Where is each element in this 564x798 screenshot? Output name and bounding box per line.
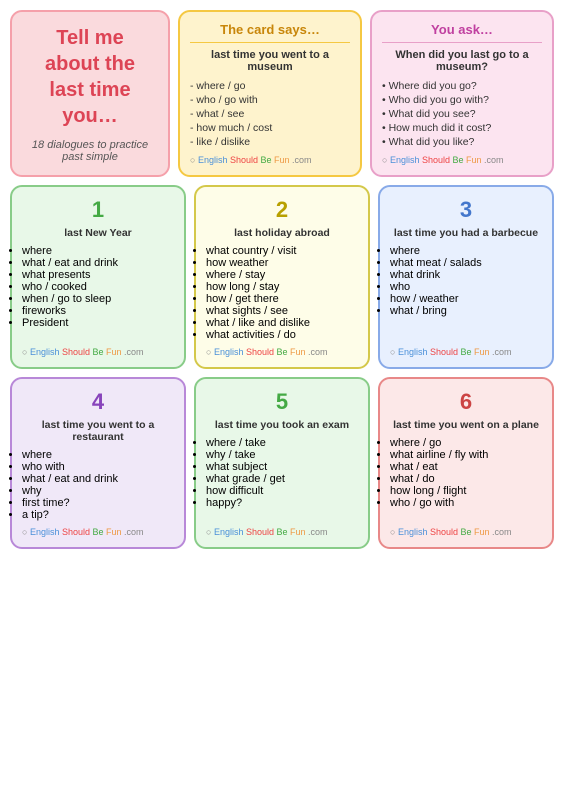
list-item: Who did you go with?: [382, 93, 542, 107]
bottom-row: 4 last time you went to a restaurant whe…: [10, 377, 554, 549]
list-item: who / go with: [390, 497, 542, 509]
list-item: why: [22, 485, 174, 497]
title-subtitle: 18 dialogues to practice past simple: [22, 139, 158, 163]
list-item: where: [22, 245, 174, 257]
you-ask-list: Where did you go?Who did you go with?Wha…: [382, 79, 542, 149]
list-item: how / weather: [390, 293, 542, 305]
card-3-list: wherewhat meat / saladswhat drinkwhohow …: [390, 245, 542, 317]
list-item: first time?: [22, 497, 174, 509]
list-item: like / dislike: [190, 135, 350, 149]
card-1-number: 1: [22, 197, 174, 223]
list-item: who / cooked: [22, 281, 174, 293]
list-item: Where did you go?: [382, 79, 542, 93]
list-item: what meat / salads: [390, 257, 542, 269]
you-ask-header: You ask…: [382, 22, 542, 43]
list-item: who: [390, 281, 542, 293]
list-item: How much did it cost?: [382, 121, 542, 135]
card-1-list: wherewhat / eat and drinkwhat presentswh…: [22, 245, 174, 329]
list-item: what activities / do: [206, 329, 358, 341]
list-item: what / eat and drink: [22, 257, 174, 269]
title-text: Tell me about the last time you…: [45, 25, 135, 129]
card-4-number: 4: [22, 389, 174, 415]
card-3: 3 last time you had a barbecue wherewhat…: [378, 185, 554, 369]
card-2-list: what country / visithow weatherwhere / s…: [206, 245, 358, 341]
list-item: how difficult: [206, 485, 358, 497]
list-item: what / see: [190, 107, 350, 121]
card-says-brand: ○ English Should Be Fun .com: [190, 149, 350, 165]
list-item: where / stay: [206, 269, 358, 281]
card-3-brand: ○ English Should Be Fun .com: [390, 341, 542, 357]
list-item: What did you like?: [382, 135, 542, 149]
card-1-brand: ○ English Should Be Fun .com: [22, 341, 174, 357]
list-item: what / eat and drink: [22, 473, 174, 485]
card-5-title: last time you took an exam: [206, 419, 358, 431]
list-item: where / go: [190, 79, 350, 93]
list-item: where / go: [390, 437, 542, 449]
card-6-number: 6: [390, 389, 542, 415]
you-ask-brand: ○ English Should Be Fun .com: [382, 149, 542, 165]
list-item: who with: [22, 461, 174, 473]
card-5-list: where / takewhy / takewhat subjectwhat g…: [206, 437, 358, 509]
list-item: What did you see?: [382, 107, 542, 121]
list-item: what airline / fly with: [390, 449, 542, 461]
list-item: how / get there: [206, 293, 358, 305]
card-4: 4 last time you went to a restaurant whe…: [10, 377, 186, 549]
card-5-number: 5: [206, 389, 358, 415]
you-ask-card: You ask… When did you last go to a museu…: [370, 10, 554, 177]
list-item: how much / cost: [190, 121, 350, 135]
card-says-list: where / gowho / go withwhat / seehow muc…: [190, 79, 350, 149]
title-card: Tell me about the last time you… 18 dial…: [10, 10, 170, 177]
list-item: what presents: [22, 269, 174, 281]
card-2-number: 2: [206, 197, 358, 223]
list-item: why / take: [206, 449, 358, 461]
list-item: happy?: [206, 497, 358, 509]
card-2-title: last holiday abroad: [206, 227, 358, 239]
card-says-header: The card says…: [190, 22, 350, 43]
card-says-subtitle: last time you went to a museum: [190, 49, 350, 73]
list-item: where: [390, 245, 542, 257]
list-item: what grade / get: [206, 473, 358, 485]
list-item: how long / flight: [390, 485, 542, 497]
card-1-title: last New Year: [22, 227, 174, 239]
card-4-list: wherewho withwhat / eat and drinkwhyfirs…: [22, 449, 174, 521]
list-item: fireworks: [22, 305, 174, 317]
card-2: 2 last holiday abroad what country / vis…: [194, 185, 370, 369]
middle-row: 1 last New Year wherewhat / eat and drin…: [10, 185, 554, 369]
list-item: who / go with: [190, 93, 350, 107]
card-says-card: The card says… last time you went to a m…: [178, 10, 362, 177]
card-5-brand: ○ English Should Be Fun .com: [206, 521, 358, 537]
list-item: what subject: [206, 461, 358, 473]
card-1: 1 last New Year wherewhat / eat and drin…: [10, 185, 186, 369]
list-item: what / like and dislike: [206, 317, 358, 329]
list-item: what sights / see: [206, 305, 358, 317]
card-6: 6 last time you went on a plane where / …: [378, 377, 554, 549]
list-item: how weather: [206, 257, 358, 269]
card-6-brand: ○ English Should Be Fun .com: [390, 521, 542, 537]
card-6-list: where / gowhat airline / fly withwhat / …: [390, 437, 542, 509]
list-item: what country / visit: [206, 245, 358, 257]
card-3-number: 3: [390, 197, 542, 223]
card-3-title: last time you had a barbecue: [390, 227, 542, 239]
card-5: 5 last time you took an exam where / tak…: [194, 377, 370, 549]
list-item: when / go to sleep: [22, 293, 174, 305]
list-item: how long / stay: [206, 281, 358, 293]
list-item: where / take: [206, 437, 358, 449]
card-2-brand: ○ English Should Be Fun .com: [206, 341, 358, 357]
you-ask-subtitle: When did you last go to a museum?: [382, 49, 542, 73]
card-4-brand: ○ English Should Be Fun .com: [22, 521, 174, 537]
list-item: what drink: [390, 269, 542, 281]
card-6-title: last time you went on a plane: [390, 419, 542, 431]
list-item: what / eat: [390, 461, 542, 473]
list-item: what / do: [390, 473, 542, 485]
list-item: a tip?: [22, 509, 174, 521]
list-item: what / bring: [390, 305, 542, 317]
list-item: President: [22, 317, 174, 329]
card-4-title: last time you went to a restaurant: [22, 419, 174, 443]
list-item: where: [22, 449, 174, 461]
top-row: Tell me about the last time you… 18 dial…: [10, 10, 554, 177]
